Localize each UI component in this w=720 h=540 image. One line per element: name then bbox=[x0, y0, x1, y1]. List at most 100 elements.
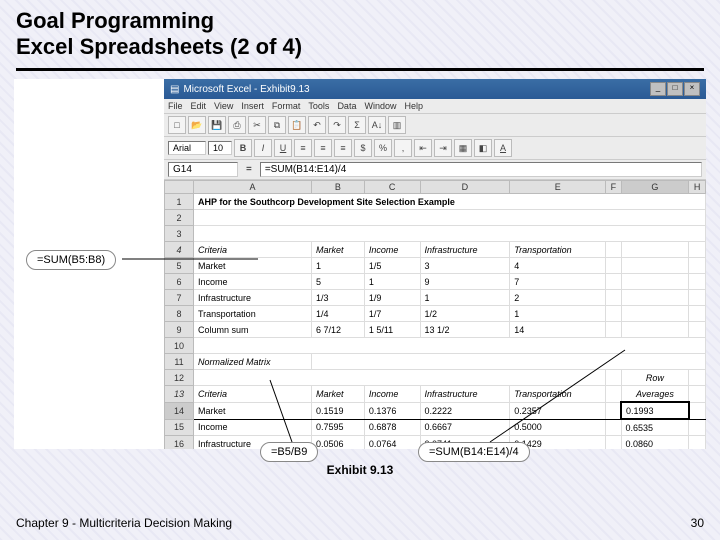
comma-icon[interactable]: , bbox=[394, 139, 412, 157]
cell[interactable]: Market bbox=[194, 258, 312, 274]
col-header[interactable]: B bbox=[311, 181, 364, 194]
cell[interactable]: 1/2 bbox=[420, 306, 510, 322]
cell[interactable] bbox=[194, 226, 706, 242]
cell[interactable] bbox=[606, 258, 621, 274]
cell[interactable] bbox=[621, 322, 689, 338]
col-header[interactable]: D bbox=[420, 181, 510, 194]
print-icon[interactable]: ⎙ bbox=[228, 116, 246, 134]
align-left-icon[interactable]: ≡ bbox=[294, 139, 312, 157]
align-center-icon[interactable]: ≡ bbox=[314, 139, 332, 157]
row-header[interactable]: 4 bbox=[165, 242, 194, 258]
row-header[interactable]: 11 bbox=[165, 354, 194, 370]
cell[interactable]: Income bbox=[364, 386, 420, 403]
cell[interactable]: 0.0764 bbox=[364, 436, 420, 450]
cell[interactable]: 7 bbox=[510, 274, 606, 290]
row-header[interactable]: 7 bbox=[165, 290, 194, 306]
cell[interactable] bbox=[689, 386, 706, 403]
outdent-icon[interactable]: ⇥ bbox=[434, 139, 452, 157]
cell[interactable] bbox=[606, 436, 621, 450]
active-cell[interactable]: 0.1993 bbox=[621, 402, 689, 419]
cell[interactable]: 1/7 bbox=[364, 306, 420, 322]
row-header[interactable]: 2 bbox=[165, 210, 194, 226]
cell[interactable] bbox=[194, 210, 706, 226]
cell[interactable] bbox=[194, 370, 606, 386]
cell[interactable] bbox=[606, 419, 621, 436]
row-header[interactable]: 8 bbox=[165, 306, 194, 322]
col-header[interactable]: H bbox=[689, 181, 706, 194]
cell[interactable] bbox=[689, 322, 706, 338]
cell[interactable] bbox=[606, 290, 621, 306]
cell[interactable]: Market bbox=[311, 386, 364, 403]
percent-icon[interactable]: % bbox=[374, 139, 392, 157]
row-header-sel[interactable]: 14 bbox=[165, 402, 194, 419]
cell[interactable] bbox=[311, 354, 705, 370]
save-icon[interactable]: 💾 bbox=[208, 116, 226, 134]
cell[interactable]: Column sum bbox=[194, 322, 312, 338]
row-header[interactable]: 16 bbox=[165, 436, 194, 450]
select-all[interactable] bbox=[165, 181, 194, 194]
cell[interactable]: Averages bbox=[621, 386, 689, 403]
cell[interactable] bbox=[689, 258, 706, 274]
cell[interactable]: 1 5/11 bbox=[364, 322, 420, 338]
font-name[interactable]: Arial bbox=[168, 141, 206, 155]
sort-asc-icon[interactable]: A↓ bbox=[368, 116, 386, 134]
chart-icon[interactable]: ▥ bbox=[388, 116, 406, 134]
cell[interactable]: Market bbox=[194, 402, 312, 419]
cell[interactable] bbox=[606, 242, 621, 258]
cell[interactable]: 0.7595 bbox=[311, 419, 364, 436]
cell[interactable] bbox=[606, 274, 621, 290]
cell[interactable] bbox=[621, 274, 689, 290]
row-header[interactable]: 13 bbox=[165, 386, 194, 403]
redo-icon[interactable]: ↷ bbox=[328, 116, 346, 134]
cell[interactable]: 0.6667 bbox=[420, 419, 510, 436]
cell[interactable] bbox=[621, 290, 689, 306]
cell[interactable] bbox=[606, 370, 621, 386]
fx-icon[interactable]: = bbox=[246, 164, 252, 175]
borders-icon[interactable]: ▦ bbox=[454, 139, 472, 157]
cell[interactable]: Income bbox=[194, 274, 312, 290]
cell[interactable]: Income bbox=[364, 242, 420, 258]
menu-tools[interactable]: Tools bbox=[308, 101, 329, 111]
cell[interactable]: 0.0506 bbox=[311, 436, 364, 450]
row-header[interactable]: 1 bbox=[165, 194, 194, 210]
italic-icon[interactable]: I bbox=[254, 139, 272, 157]
cell[interactable]: 1/4 bbox=[311, 306, 364, 322]
cell[interactable]: 1/9 bbox=[364, 290, 420, 306]
cell[interactable]: 3 bbox=[420, 258, 510, 274]
cell[interactable]: 1 bbox=[364, 274, 420, 290]
cell[interactable]: 0.6535 bbox=[621, 419, 689, 436]
row-header[interactable]: 15 bbox=[165, 419, 194, 436]
cell[interactable] bbox=[606, 402, 621, 419]
cell[interactable] bbox=[689, 242, 706, 258]
cell[interactable]: 4 bbox=[510, 258, 606, 274]
cell[interactable] bbox=[689, 274, 706, 290]
undo-icon[interactable]: ↶ bbox=[308, 116, 326, 134]
cell[interactable] bbox=[606, 306, 621, 322]
paste-icon[interactable]: 📋 bbox=[288, 116, 306, 134]
cell[interactable] bbox=[194, 338, 706, 354]
cell[interactable]: Transportation bbox=[510, 242, 606, 258]
cell[interactable]: Infrastructure bbox=[420, 242, 510, 258]
align-right-icon[interactable]: ≡ bbox=[334, 139, 352, 157]
cell[interactable] bbox=[689, 419, 706, 436]
cell[interactable]: Income bbox=[194, 419, 312, 436]
cell[interactable]: Infrastructure bbox=[420, 386, 510, 403]
row-header[interactable]: 9 bbox=[165, 322, 194, 338]
fill-color-icon[interactable]: ◧ bbox=[474, 139, 492, 157]
cell[interactable]: 14 bbox=[510, 322, 606, 338]
formula-input[interactable]: =SUM(B14:E14)/4 bbox=[260, 162, 702, 177]
minimize-button[interactable]: _ bbox=[650, 82, 666, 96]
row-header[interactable]: 12 bbox=[165, 370, 194, 386]
cell[interactable]: 6 7/12 bbox=[311, 322, 364, 338]
col-header[interactable]: C bbox=[364, 181, 420, 194]
underline-icon[interactable]: U bbox=[274, 139, 292, 157]
row-header[interactable]: 5 bbox=[165, 258, 194, 274]
cell[interactable]: 5 bbox=[311, 274, 364, 290]
menu-file[interactable]: File bbox=[168, 101, 183, 111]
spreadsheet-grid[interactable]: A B C D E F G H 1AHP for the Southcorp D… bbox=[164, 180, 706, 449]
cut-icon[interactable]: ✂ bbox=[248, 116, 266, 134]
cell[interactable]: 1 bbox=[510, 306, 606, 322]
cell[interactable] bbox=[621, 306, 689, 322]
cell[interactable] bbox=[606, 322, 621, 338]
menu-format[interactable]: Format bbox=[272, 101, 301, 111]
